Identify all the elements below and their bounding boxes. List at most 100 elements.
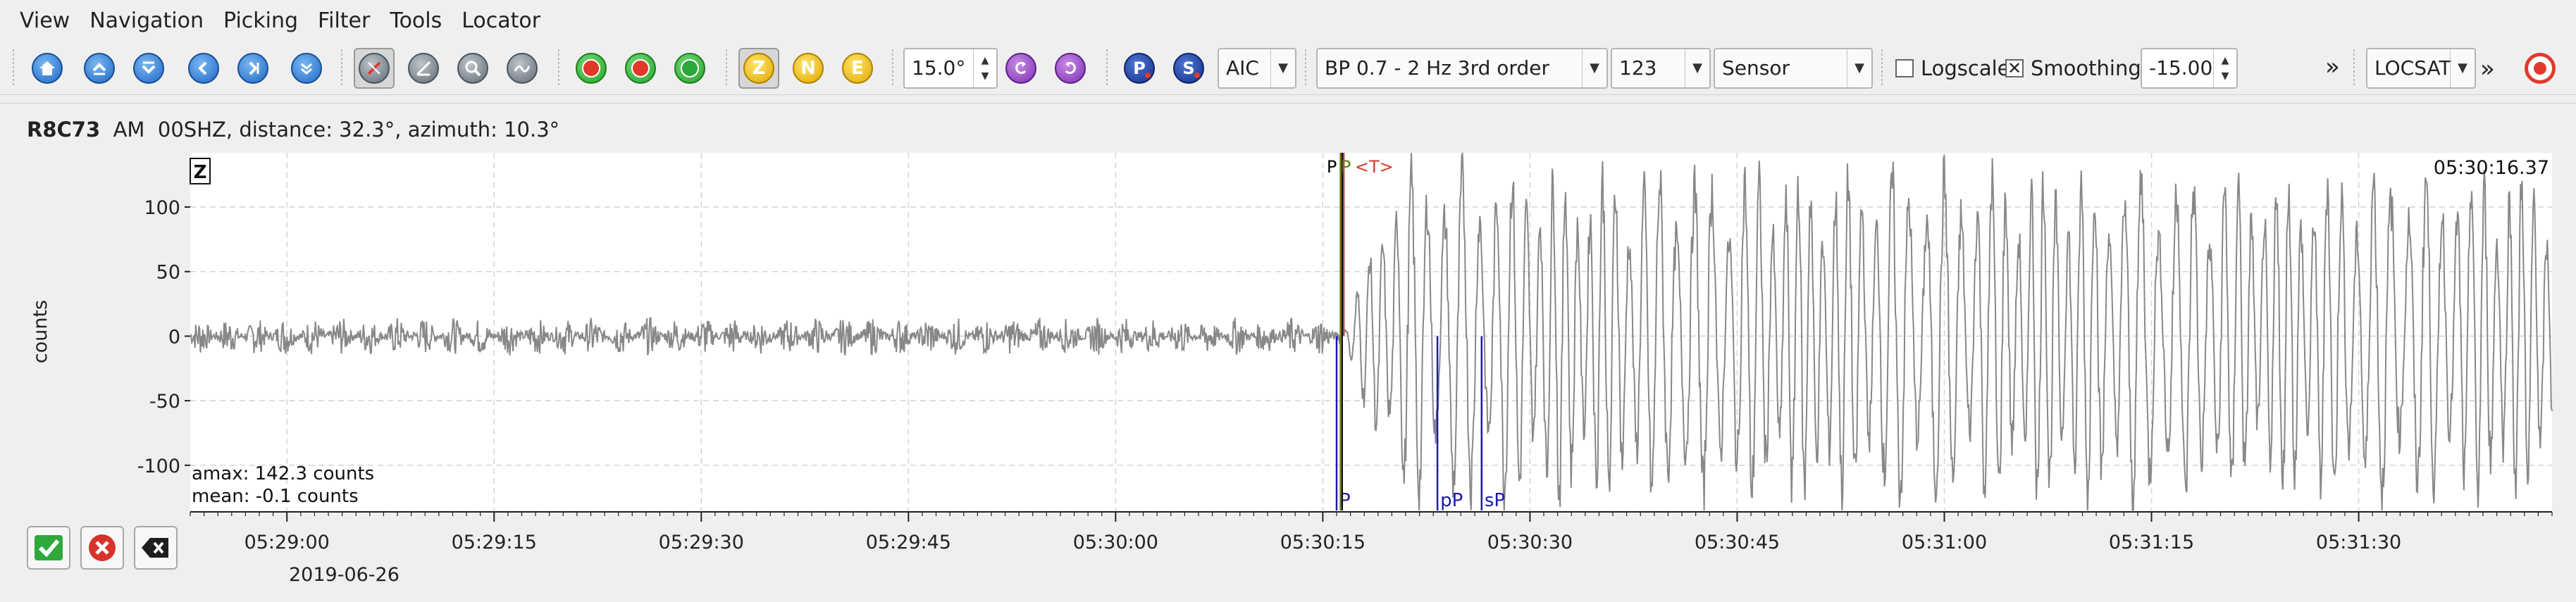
theoretical-pick-label: sP bbox=[1485, 490, 1505, 511]
components-select[interactable]: 123 ▼ bbox=[1611, 48, 1711, 89]
channel-z-button[interactable]: Z bbox=[738, 48, 779, 89]
menu-picking[interactable]: Picking bbox=[213, 0, 308, 42]
accept-button[interactable] bbox=[27, 526, 70, 570]
toolbar-separator bbox=[1305, 49, 1306, 87]
clear-icon bbox=[142, 538, 168, 558]
measure-icon bbox=[408, 53, 439, 84]
pick-mode-button[interactable] bbox=[354, 48, 395, 89]
seismogram-plot[interactable]: 100500-50-100counts 05:29:00 05:29:15 05:2… bbox=[0, 104, 2576, 602]
logscale-box[interactable] bbox=[1895, 59, 1914, 77]
x-tick-label: 05:29:15 bbox=[452, 532, 537, 553]
picker-value: AIC bbox=[1226, 56, 1259, 80]
unit-select[interactable]: Sensor ▼ bbox=[1714, 48, 1873, 89]
smoothing-value: -15.00 bbox=[2149, 56, 2213, 80]
scroll-up-icon bbox=[84, 53, 115, 84]
rotate-left-icon bbox=[1005, 53, 1036, 84]
toolbar-separator bbox=[892, 49, 893, 87]
pick-mode-icon bbox=[359, 53, 390, 84]
smoothing-checkbox[interactable]: ✕ Smoothing bbox=[2005, 48, 2141, 89]
phase-p-icon: P bbox=[1124, 53, 1155, 84]
pick-label-top: P bbox=[1341, 157, 1351, 177]
expand-icon bbox=[291, 53, 322, 84]
rotate-right-icon bbox=[1055, 53, 1086, 84]
previous-icon bbox=[188, 53, 219, 84]
chevron-down-icon: ▼ bbox=[2450, 49, 2475, 87]
menu-navigation[interactable]: Navigation bbox=[80, 0, 213, 42]
cancel-icon bbox=[89, 534, 116, 561]
scroll-up-button[interactable] bbox=[79, 48, 120, 89]
y-tick-label: 50 bbox=[156, 262, 180, 284]
set-pick-button[interactable] bbox=[571, 48, 612, 89]
x-axis: 05:29:00 05:29:15 05:29:30 05:29:45 05:30:00… bbox=[190, 511, 2553, 553]
menu-tools[interactable]: Tools bbox=[380, 0, 452, 42]
picker-select[interactable]: AIC ▼ bbox=[1218, 48, 1296, 89]
x-tick-label: 05:30:45 bbox=[1695, 532, 1780, 553]
theoretical-pick-label: pP bbox=[1440, 490, 1463, 511]
menu-filter[interactable]: Filter bbox=[308, 0, 380, 42]
components-value: 123 bbox=[1619, 56, 1657, 80]
toolbar-separator bbox=[1881, 49, 1883, 87]
locate-button[interactable] bbox=[2520, 48, 2560, 89]
channel-n-button[interactable]: N bbox=[788, 48, 829, 89]
channel-e-icon: E bbox=[842, 53, 873, 84]
previous-button[interactable] bbox=[183, 48, 224, 89]
scroll-down-button[interactable] bbox=[128, 48, 169, 89]
chevron-down-icon: ▼ bbox=[1582, 49, 1606, 87]
measure-button[interactable] bbox=[403, 48, 444, 89]
toolbar-separator bbox=[1106, 49, 1108, 87]
y-axis: 100 50 0 -50 -100 counts bbox=[30, 197, 190, 477]
phase-s-button[interactable]: S bbox=[1168, 48, 1209, 89]
clear-button[interactable] bbox=[134, 526, 178, 570]
next-button[interactable] bbox=[233, 48, 273, 89]
phase-s-icon: S bbox=[1173, 53, 1204, 84]
delete-pick-button[interactable] bbox=[620, 48, 661, 89]
channel-n-icon: N bbox=[793, 53, 824, 84]
filter-select[interactable]: BP 0.7 - 2 Hz 3rd order ▼ bbox=[1316, 48, 1608, 89]
locator-select[interactable]: LOCSAT ▼ bbox=[2366, 48, 2476, 89]
angle-spinbox[interactable]: 15.0° ▲ ▼ bbox=[903, 48, 998, 89]
pick-green-icon bbox=[674, 53, 705, 84]
toolbar-separator bbox=[2353, 49, 2355, 87]
spin-arrows[interactable]: ▲ ▼ bbox=[2213, 49, 2236, 87]
spin-arrows[interactable]: ▲ ▼ bbox=[973, 49, 996, 87]
x-tick-label: 05:31:00 bbox=[1902, 532, 1987, 553]
menu-locator[interactable]: Locator bbox=[452, 0, 550, 42]
logscale-checkbox[interactable]: Logscale bbox=[1895, 48, 2010, 89]
y-tick-label: -50 bbox=[149, 391, 180, 413]
filter-button[interactable] bbox=[502, 48, 543, 89]
toolbar-overflow-button[interactable]: » bbox=[2325, 48, 2340, 89]
x-tick-label: 05:29:30 bbox=[659, 532, 744, 553]
phase-p-label: P bbox=[1133, 58, 1146, 78]
x-tick-label: 05:31:30 bbox=[2316, 532, 2401, 553]
expand-button[interactable] bbox=[286, 48, 327, 89]
date-label: 2019-06-26 bbox=[289, 564, 400, 586]
rotate-left-button[interactable] bbox=[1001, 48, 1041, 89]
zoom-icon bbox=[457, 53, 488, 84]
theoretical-pick-label: P bbox=[1339, 490, 1351, 511]
smoothing-spinbox[interactable]: -15.00 ▲ ▼ bbox=[2141, 48, 2238, 89]
menu-view[interactable]: View bbox=[0, 0, 80, 42]
pick-red-icon bbox=[576, 53, 607, 84]
y-tick-label: -100 bbox=[137, 456, 180, 477]
reject-button[interactable] bbox=[80, 526, 124, 570]
confirm-pick-button[interactable] bbox=[669, 48, 710, 89]
channel-e-button[interactable]: E bbox=[837, 48, 878, 89]
phase-p-button[interactable]: P bbox=[1119, 48, 1160, 89]
x-tick-label: 05:30:15 bbox=[1280, 532, 1366, 553]
mean-label: mean: -0.1 counts bbox=[192, 486, 359, 507]
component-label: Z bbox=[194, 162, 207, 183]
home-icon bbox=[32, 53, 63, 84]
x-tick-label: 05:30:00 bbox=[1073, 532, 1158, 553]
home-button[interactable] bbox=[27, 48, 68, 89]
rotate-right-button[interactable] bbox=[1050, 48, 1091, 89]
toolbar: Z N E 15.0° ▲ ▼ P S AIC ▼ BP 0.7 - 2 Hz … bbox=[0, 42, 2576, 95]
target-icon bbox=[2525, 53, 2556, 84]
scroll-down-icon bbox=[133, 53, 164, 84]
trace-panel: R8C73 AM 00SHZ, distance: 32.3°, azimuth… bbox=[0, 103, 2576, 602]
smoothing-box[interactable]: ✕ bbox=[2005, 59, 2024, 77]
locator-overflow-button[interactable]: » bbox=[2480, 48, 2495, 89]
y-axis-label: counts bbox=[30, 300, 51, 363]
zoom-button[interactable] bbox=[452, 48, 493, 89]
pick-label-top: P bbox=[1327, 157, 1337, 177]
x-tick-label: 05:31:15 bbox=[2109, 532, 2194, 553]
